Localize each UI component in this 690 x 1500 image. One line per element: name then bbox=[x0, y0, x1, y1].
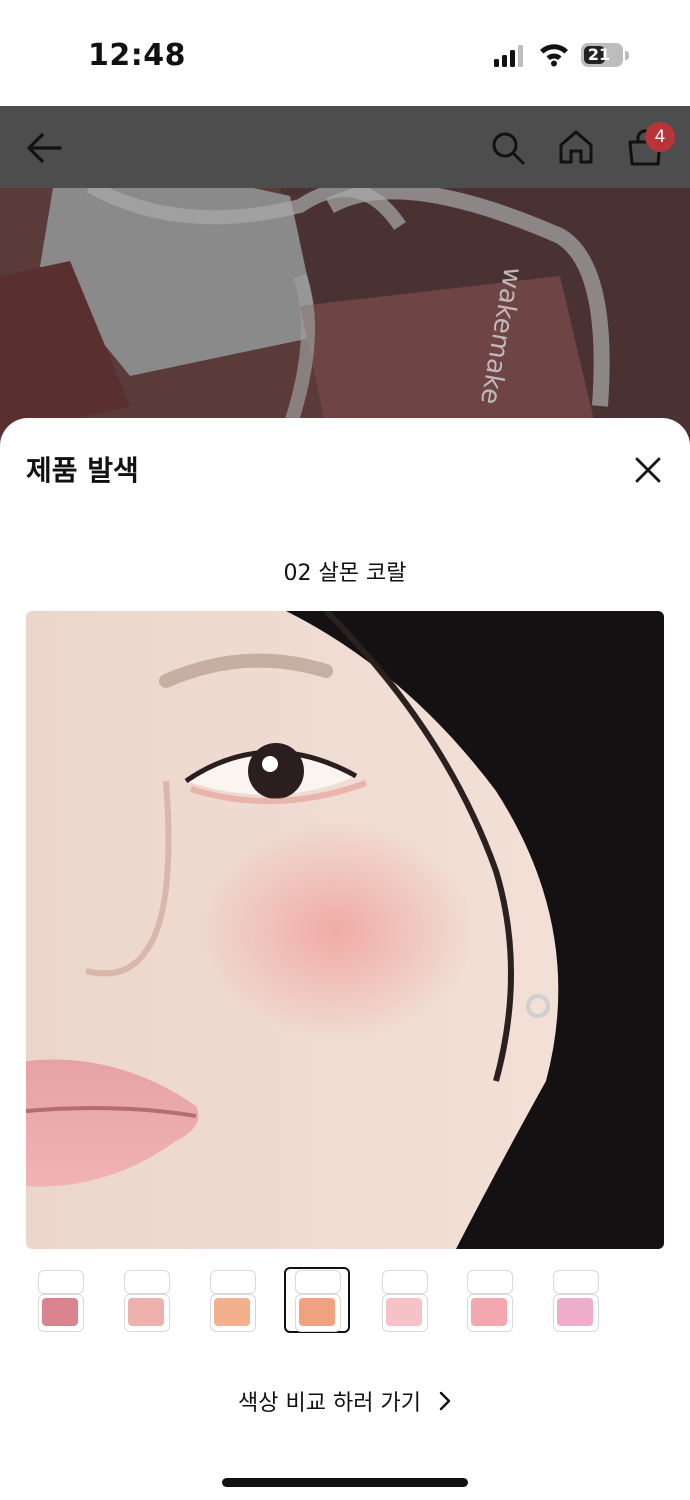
shade-option-selected[interactable] bbox=[293, 1270, 341, 1332]
home-icon[interactable] bbox=[557, 128, 595, 166]
back-arrow-icon[interactable] bbox=[24, 128, 64, 168]
cart-count-badge: 4 bbox=[645, 122, 675, 152]
shade-name: 02 살몬 코랄 bbox=[283, 561, 407, 586]
shade-option[interactable] bbox=[208, 1270, 256, 1332]
shade-option[interactable] bbox=[551, 1270, 599, 1332]
blush-swatch bbox=[42, 1298, 78, 1326]
blush-swatch bbox=[471, 1298, 507, 1326]
battery-icon: 21 bbox=[581, 43, 623, 67]
compare-colors-label: 색상 비교 하러 가기 bbox=[238, 1391, 421, 1416]
status-bar: 12:48 21 bbox=[0, 0, 690, 106]
battery-level: 21 bbox=[587, 45, 611, 64]
blush-swatch bbox=[299, 1298, 335, 1326]
sheet-title: 제품 발색 bbox=[26, 454, 139, 487]
search-icon[interactable] bbox=[490, 130, 526, 166]
shade-option[interactable] bbox=[465, 1270, 513, 1332]
shade-swatch-photo bbox=[26, 611, 664, 1249]
chevron-right-icon bbox=[439, 1391, 451, 1411]
compare-colors-link[interactable]: 색상 비교 하러 가기 bbox=[0, 1385, 690, 1417]
close-icon[interactable] bbox=[630, 452, 666, 488]
blush-swatch bbox=[386, 1298, 422, 1326]
blush-swatch bbox=[128, 1298, 164, 1326]
home-indicator bbox=[222, 1478, 468, 1487]
shade-option[interactable] bbox=[380, 1270, 428, 1332]
shade-option[interactable] bbox=[122, 1270, 170, 1332]
status-time: 12:48 bbox=[88, 38, 186, 73]
cellular-signal-icon bbox=[494, 45, 523, 67]
blush-swatch bbox=[557, 1298, 593, 1326]
shade-option[interactable] bbox=[36, 1270, 84, 1332]
blush-swatch bbox=[214, 1298, 250, 1326]
wifi-icon bbox=[540, 44, 568, 67]
